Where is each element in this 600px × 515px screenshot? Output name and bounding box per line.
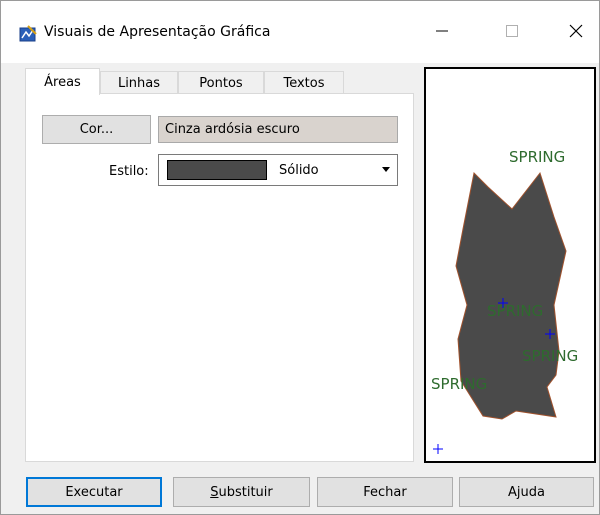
window-title: Visuais de Apresentação Gráfica bbox=[44, 24, 271, 40]
fill-swatch bbox=[167, 160, 267, 180]
cor-button[interactable]: Cor... bbox=[42, 115, 151, 144]
color-name-field: Cinza ardósia escuro bbox=[158, 116, 398, 143]
estilo-value: Sólido bbox=[279, 163, 319, 178]
estilo-select[interactable]: Sólido bbox=[158, 154, 398, 186]
substituir-label-rest: ubstituir bbox=[218, 484, 273, 500]
estilo-label: Estilo: bbox=[109, 164, 149, 179]
fechar-button[interactable]: Fechar bbox=[317, 477, 453, 507]
maximize-icon bbox=[506, 25, 518, 37]
tab-textos[interactable]: Textos bbox=[264, 71, 344, 95]
chevron-down-icon bbox=[382, 167, 390, 172]
title-bar[interactable]: Visuais de Apresentação Gráfica bbox=[1, 1, 599, 63]
close-button[interactable] bbox=[553, 11, 599, 51]
dialog-window: Visuais de Apresentação Gráfica Áreas Li… bbox=[0, 0, 600, 515]
close-icon bbox=[569, 24, 583, 38]
tab-label: Áreas bbox=[44, 74, 81, 90]
executar-button[interactable]: Executar bbox=[26, 477, 162, 507]
minimize-button[interactable] bbox=[419, 11, 465, 51]
point-marker bbox=[433, 444, 443, 454]
preview-drawing: SPRING SPRING SPRING SPRING bbox=[431, 148, 578, 454]
spring-label-4: SPRING bbox=[431, 375, 487, 393]
app-icon bbox=[19, 25, 37, 42]
tab-label: Textos bbox=[283, 76, 325, 91]
substituir-button[interactable]: Substituir bbox=[173, 477, 310, 507]
tab-pontos[interactable]: Pontos bbox=[178, 71, 264, 95]
spring-label-2: SPRING bbox=[487, 302, 543, 320]
preview-canvas: SPRING SPRING SPRING SPRING bbox=[424, 67, 596, 463]
minimize-icon bbox=[436, 30, 448, 32]
tab-linhas[interactable]: Linhas bbox=[100, 71, 178, 95]
tab-label: Pontos bbox=[199, 76, 243, 91]
spring-label-1: SPRING bbox=[509, 148, 565, 166]
tab-label: Linhas bbox=[117, 76, 161, 91]
substituir-mnemonic: S bbox=[210, 484, 219, 500]
spring-label-3: SPRING bbox=[522, 347, 578, 365]
tab-panel-areas bbox=[25, 93, 414, 462]
tab-areas[interactable]: Áreas bbox=[25, 68, 100, 95]
maximize-button[interactable] bbox=[489, 11, 535, 51]
ajuda-button[interactable]: Ajuda bbox=[459, 477, 594, 507]
